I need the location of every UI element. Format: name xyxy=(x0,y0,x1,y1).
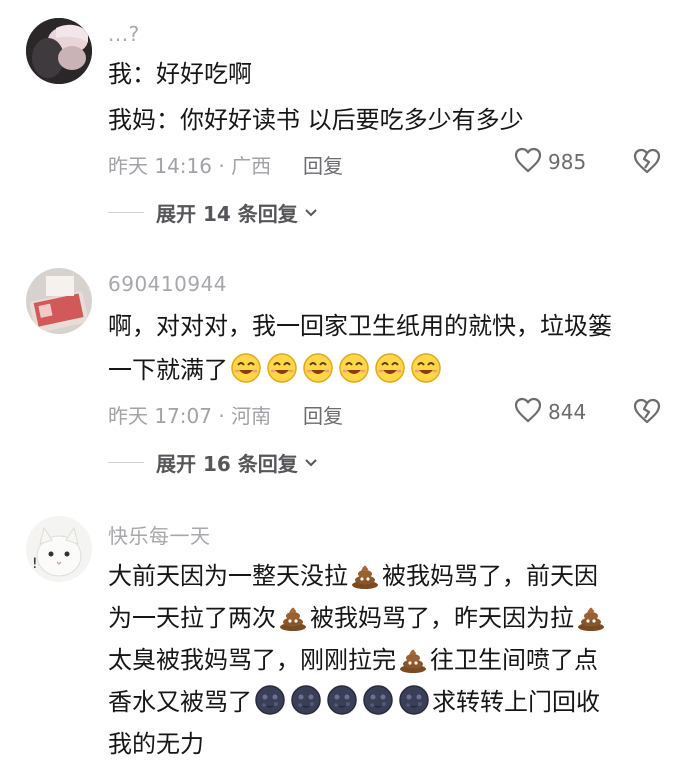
chevron-down-icon xyxy=(304,203,318,222)
new-moon-face-icon xyxy=(326,684,358,726)
comment-text-line: 我：好好吃啊 xyxy=(108,60,252,88)
smile-icon xyxy=(266,352,298,394)
avatar[interactable] xyxy=(26,268,92,334)
username[interactable]: 快乐每一天 xyxy=(108,520,211,549)
comment-text: 为一天拉了两次 xyxy=(108,604,276,632)
expand-replies[interactable]: 展开 16 条回复 xyxy=(108,448,318,477)
new-moon-face-icon xyxy=(362,684,394,726)
reply-button[interactable]: 回复 xyxy=(303,150,343,179)
avatar[interactable] xyxy=(26,18,92,84)
like-button[interactable]: 985 xyxy=(514,147,586,177)
smile-icon xyxy=(302,352,334,394)
smile-icon xyxy=(374,352,406,394)
comment-text: 太臭被我妈骂了，刚刚拉完 xyxy=(108,646,396,674)
divider xyxy=(108,462,144,463)
comment-text: 求转转上门回收 xyxy=(432,688,600,716)
comment-text-line: 我妈：你好好读书 以后要吃多少有多少 xyxy=(108,106,524,134)
comment-text-line: 啊，对对对，我一回家卫生纸用的就快，垃圾篓 xyxy=(108,312,612,340)
comment-item: 690410944 啊，对对对，我一回家卫生纸用的就快，垃圾篓 一下就满了 昨天… xyxy=(0,262,690,502)
expand-replies-label: 展开 14 条回复 xyxy=(156,202,298,226)
comment-text: 一下就满了 xyxy=(108,356,228,384)
comment-text: 大前天因为一整天没拉 xyxy=(108,562,348,590)
poop-icon xyxy=(398,644,428,684)
comment-text-line: 太臭被我妈骂了，刚刚拉完 往卫生间喷了点 xyxy=(108,642,598,684)
comment-text: 被我妈骂了，前天因 xyxy=(382,562,598,590)
comment-text-line: 一下就满了 xyxy=(108,352,444,394)
like-button[interactable]: 844 xyxy=(514,397,586,427)
comment-text-line: 为一天拉了两次 被我妈骂了，昨天因为拉 xyxy=(108,600,608,642)
heart-icon xyxy=(514,147,542,177)
heart-icon xyxy=(514,397,542,427)
username[interactable]: ...? xyxy=(108,22,140,46)
poop-icon xyxy=(576,602,606,642)
comment-list: ...? 我：好好吃啊 我妈：你好好读书 以后要吃多少有多少 昨天 14:16 … xyxy=(0,0,690,770)
comment-text-line: 我的无力 xyxy=(108,730,204,758)
comment-item: ! 快乐每一天 大前天因为一整天没拉 被我妈骂了，前天因 为一天拉了两次 被我妈骂了… xyxy=(0,510,690,770)
broken-heart-icon xyxy=(633,398,661,428)
reply-button[interactable]: 回复 xyxy=(303,400,343,429)
comment-text: 香水又被骂了 xyxy=(108,688,252,716)
expand-replies-label: 展开 16 条回复 xyxy=(156,452,298,476)
svg-text:!: ! xyxy=(32,556,38,572)
new-moon-face-icon xyxy=(290,684,322,726)
comment-meta: 昨天 14:16 · 广西 xyxy=(108,154,272,178)
poop-icon xyxy=(278,602,308,642)
comment-text-line: 大前天因为一整天没拉 被我妈骂了，前天因 xyxy=(108,558,598,600)
dislike-button[interactable] xyxy=(633,148,661,178)
like-count: 844 xyxy=(548,400,587,424)
username[interactable]: 690410944 xyxy=(108,272,227,296)
divider xyxy=(108,212,144,213)
smile-icon xyxy=(410,352,442,394)
smile-icon xyxy=(338,352,370,394)
emoji-group xyxy=(228,353,444,384)
comment-text-line: 香水又被骂了 求转转上门回收 xyxy=(108,684,600,726)
comment-meta: 昨天 17:07 · 河南 xyxy=(108,404,272,428)
comment-text: 往卫生间喷了点 xyxy=(430,646,598,674)
comment-text: 被我妈骂了，昨天因为拉 xyxy=(310,604,574,632)
broken-heart-icon xyxy=(633,148,661,178)
expand-replies[interactable]: 展开 14 条回复 xyxy=(108,198,318,227)
smile-icon xyxy=(230,352,262,394)
dislike-button[interactable] xyxy=(633,398,661,428)
poop-icon xyxy=(350,560,380,600)
new-moon-face-icon xyxy=(398,684,430,726)
chevron-down-icon xyxy=(304,453,318,472)
new-moon-face-icon xyxy=(254,684,286,726)
avatar[interactable]: ! xyxy=(26,516,92,582)
like-count: 985 xyxy=(548,150,587,174)
comment-item: ...? 我：好好吃啊 我妈：你好好读书 以后要吃多少有多少 昨天 14:16 … xyxy=(0,0,690,240)
